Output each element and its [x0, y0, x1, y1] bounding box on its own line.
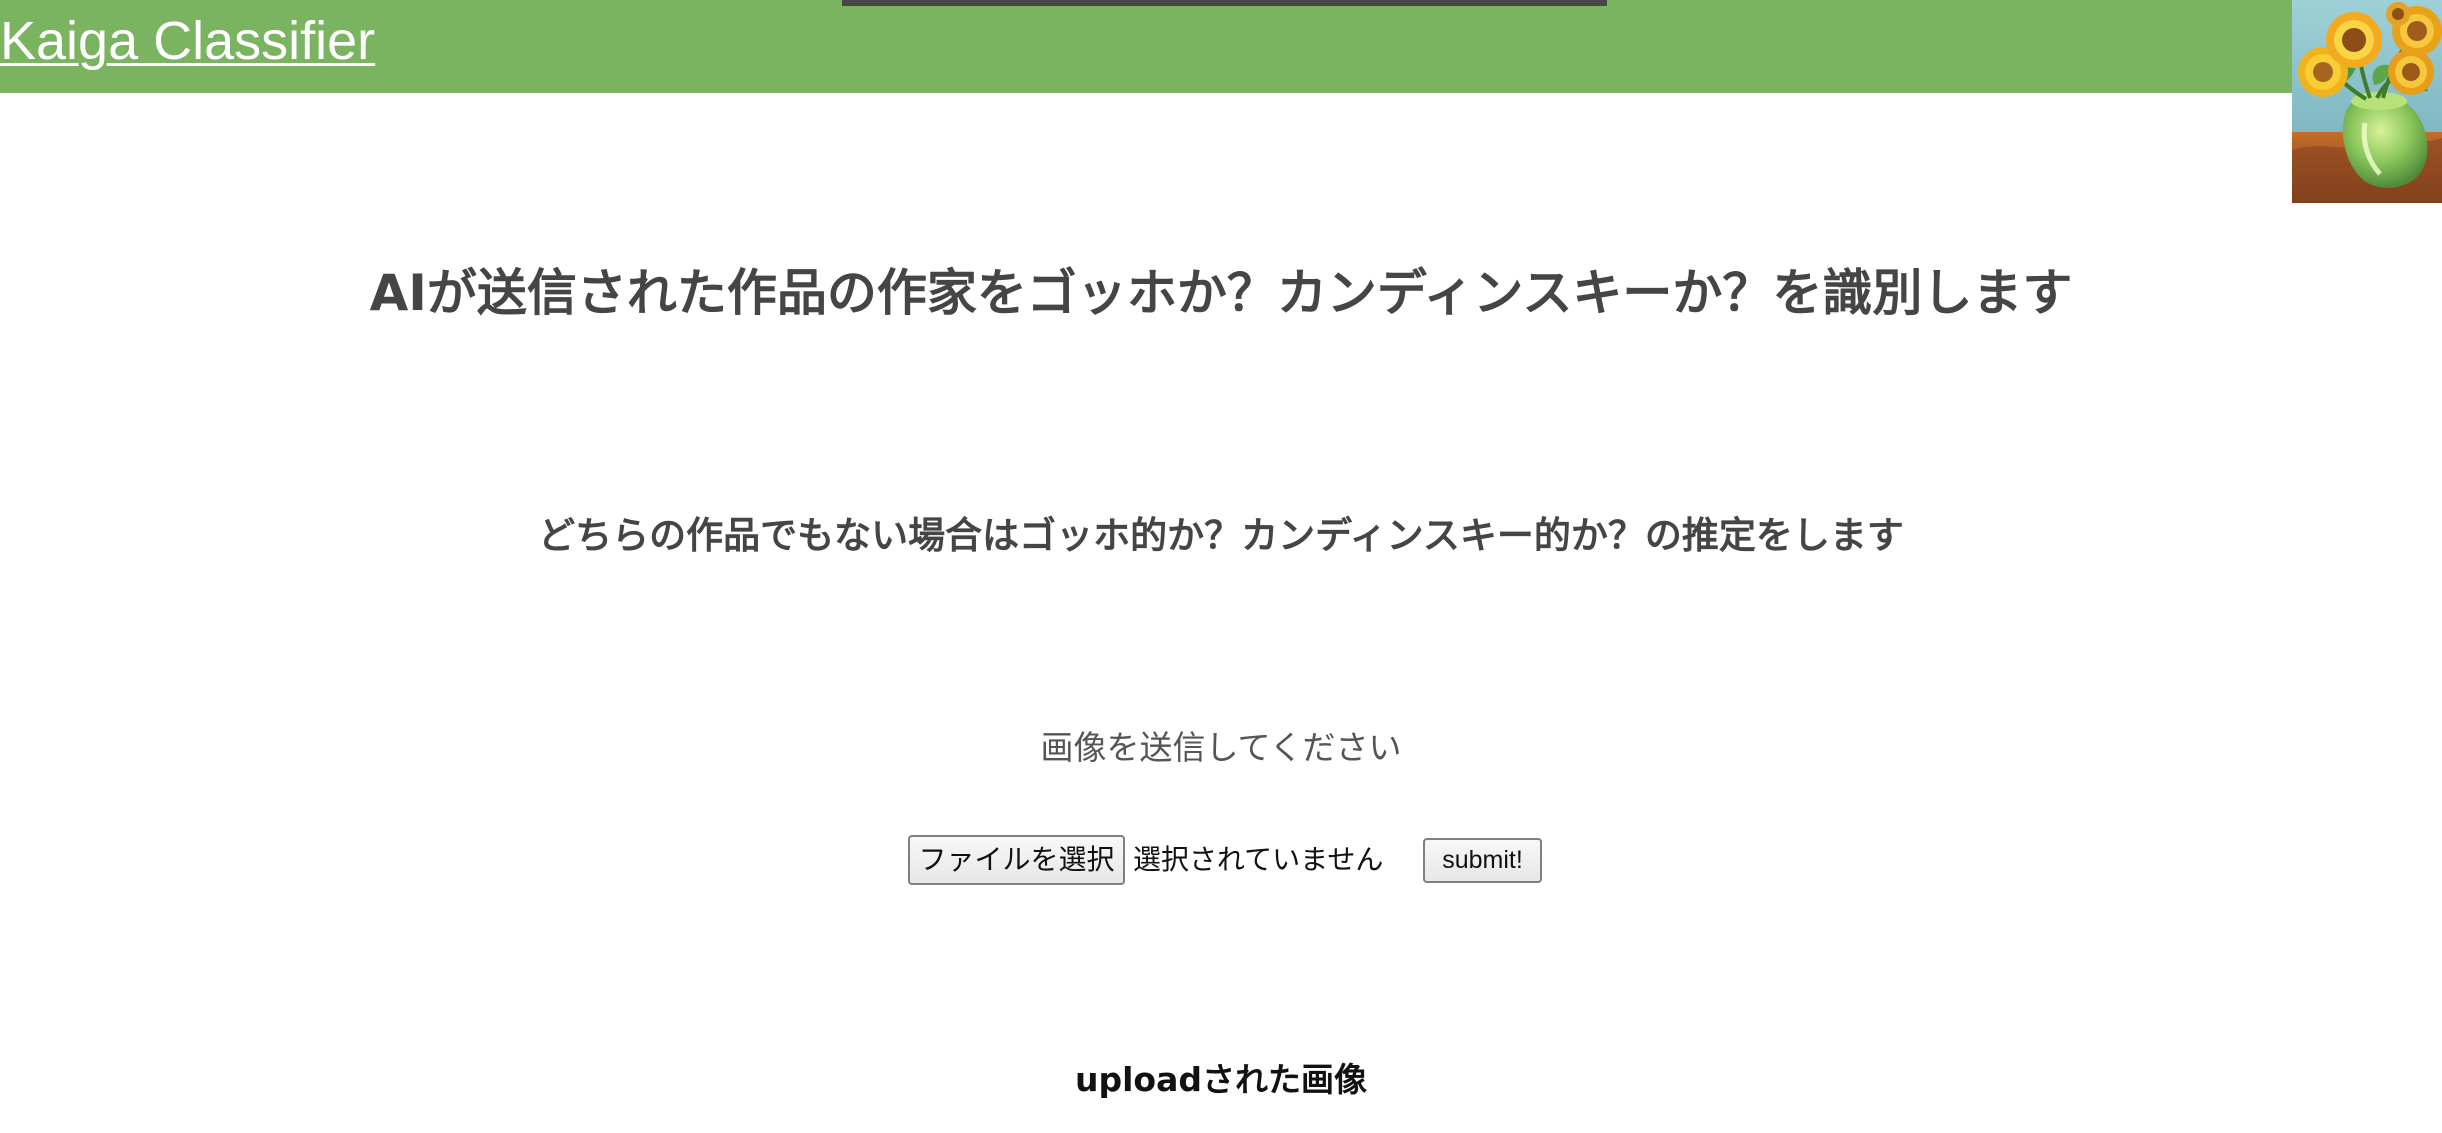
upload-prompt: 画像を送信してください	[1040, 728, 1402, 767]
sunflowers-painting-icon	[2292, 0, 2442, 203]
upload-form: ファイルを選択 選択されていません submit!	[0, 835, 2442, 885]
file-select-button[interactable]: ファイルを選択	[908, 835, 1125, 885]
site-title-link[interactable]: Kaiga Classifier	[0, 9, 375, 73]
uploaded-image-label: uploadされた画像	[1075, 1060, 1367, 1099]
main-heading: AIが送信された作品の作家をゴッホか？カンディンスキーか？を識別します	[369, 264, 2073, 322]
file-status-text: 選択されていません	[1133, 843, 1384, 876]
sub-heading: どちらの作品でもない場合はゴッホ的か？カンディンスキー的か？の推定をします	[538, 514, 1904, 557]
top-strip	[842, 0, 1607, 6]
site-header: Kaiga Classifier	[0, 0, 2442, 203]
submit-button[interactable]: submit!	[1423, 838, 1542, 883]
